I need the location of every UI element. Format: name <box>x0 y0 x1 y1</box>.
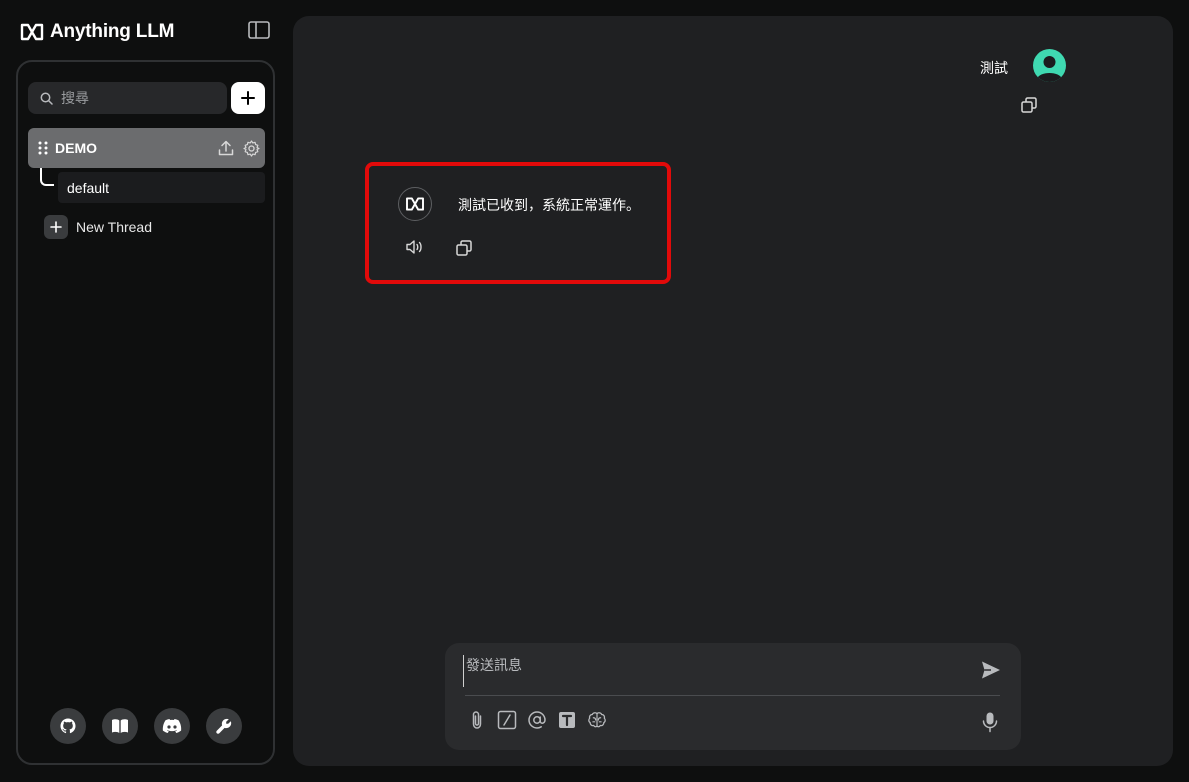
message-input[interactable] <box>463 655 963 687</box>
upload-icon <box>218 140 234 156</box>
user-icon <box>1037 56 1062 82</box>
llm-selector-button[interactable] <box>587 710 607 730</box>
app-root: Anything LLM DEM <box>0 0 1189 782</box>
sidebar-footer <box>50 708 242 744</box>
wrench-icon <box>216 718 232 734</box>
brain-icon <box>588 712 606 728</box>
chat-panel: 測試 測試已收到，系統正常運作。 <box>293 16 1173 766</box>
assistant-avatar <box>398 187 432 221</box>
text-format-icon <box>559 712 575 728</box>
gear-icon <box>242 139 260 157</box>
workspace-settings-button[interactable] <box>240 137 262 159</box>
attach-button[interactable] <box>467 710 487 730</box>
search-box[interactable] <box>28 82 227 114</box>
docs-button[interactable] <box>102 708 138 744</box>
book-icon <box>112 719 128 733</box>
user-message-text: 測試 <box>980 60 1008 76</box>
speaker-icon[interactable] <box>405 238 425 256</box>
workspace-name: DEMO <box>55 140 97 156</box>
search-input[interactable] <box>61 90 211 106</box>
discord-icon <box>162 719 182 733</box>
search-icon <box>40 92 53 105</box>
anythingllm-logo-icon <box>406 197 424 211</box>
user-avatar <box>1033 49 1066 82</box>
github-button[interactable] <box>50 708 86 744</box>
new-thread-button[interactable]: New Thread <box>44 215 152 239</box>
brand: Anything LLM <box>20 18 174 46</box>
github-icon <box>60 718 76 734</box>
assistant-message-text: 測試已收到，系統正常運作。 <box>458 197 640 213</box>
new-thread-label: New Thread <box>76 219 153 235</box>
thread-connector <box>40 168 54 186</box>
settings-button[interactable] <box>206 708 242 744</box>
sidebar: DEMO default <box>16 60 275 765</box>
new-workspace-button[interactable] <box>231 82 265 114</box>
prompt-divider <box>465 695 1000 696</box>
mention-agent-button[interactable] <box>527 710 547 730</box>
slash-command-icon <box>497 710 517 730</box>
sidebar-panel-icon <box>248 21 270 39</box>
paperclip-icon <box>472 711 482 729</box>
microphone-icon[interactable] <box>980 711 1000 733</box>
slash-commands-button[interactable] <box>497 710 517 730</box>
prompt-toolbar <box>467 710 607 730</box>
upload-button[interactable] <box>215 137 237 159</box>
copy-icon[interactable] <box>455 239 473 257</box>
copy-icon[interactable] <box>1020 96 1038 114</box>
prompt-box <box>445 643 1021 750</box>
highlight-annotation <box>365 162 671 284</box>
drag-handle-icon[interactable] <box>36 140 50 156</box>
brand-name: Anything LLM <box>50 21 175 42</box>
discord-button[interactable] <box>154 708 190 744</box>
sidebar-toggle-button[interactable] <box>247 19 271 41</box>
plus-icon <box>241 91 255 105</box>
plus-icon <box>44 215 68 239</box>
workspace-item-demo[interactable]: DEMO <box>28 128 265 168</box>
send-icon[interactable] <box>980 659 1002 681</box>
thread-item-default[interactable]: default <box>58 172 265 203</box>
at-sign-icon <box>528 711 546 729</box>
anythingllm-logo-icon <box>20 23 44 41</box>
text-size-button[interactable] <box>557 710 577 730</box>
